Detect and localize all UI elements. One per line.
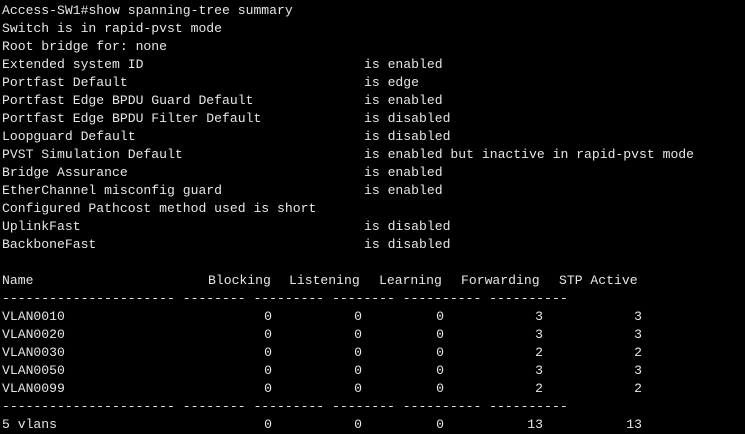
setting-value: is disabled — [364, 129, 451, 144]
cell-name: 5 vlans — [2, 417, 58, 432]
col-header-forwarding: Forwarding — [461, 273, 540, 288]
table-total-row: 5 vlans 0 0 0 13 13 — [2, 416, 745, 434]
cell-blocking: 0 — [264, 381, 272, 396]
table-header: Name Blocking Listening Learning Forwarding S… — [2, 272, 745, 290]
setting-value: is enabled — [364, 183, 443, 198]
cell-listening: 0 — [354, 345, 362, 360]
setting-value: is disabled — [364, 219, 451, 234]
prompt: Access-SW1# — [2, 3, 89, 18]
table-row: VLAN0030 0 0 0 2 2 — [2, 344, 745, 362]
col-header-stp-active: STP Active — [559, 273, 638, 288]
setting-row: PVST Simulation Default is enabled but in… — [2, 146, 745, 164]
cell-forwarding: 3 — [535, 363, 543, 378]
cell-blocking: 0 — [264, 417, 272, 432]
cell-blocking: 0 — [264, 345, 272, 360]
setting-row: Loopguard Default is disabled — [2, 128, 745, 146]
cell-name: VLAN0050 — [2, 363, 65, 378]
cell-blocking: 0 — [264, 309, 272, 324]
setting-name: PVST Simulation Default — [2, 147, 183, 162]
setting-value: is enabled but inactive in rapid-pvst mo… — [364, 147, 695, 162]
setting-name: Bridge Assurance — [2, 165, 128, 180]
cell-learning: 0 — [436, 309, 444, 324]
cell-stp-active: 3 — [634, 363, 642, 378]
setting-name: BackboneFast — [2, 237, 97, 252]
setting-row: UplinkFast is disabled — [2, 218, 745, 236]
cell-learning: 0 — [436, 345, 444, 360]
setting-value: is enabled — [364, 57, 443, 72]
cell-blocking: 0 — [264, 327, 272, 342]
cell-listening: 0 — [354, 327, 362, 342]
cell-learning: 0 — [436, 381, 444, 396]
command-line: Access-SW1#show spanning-tree summary — [2, 2, 745, 20]
setting-value: is enabled — [364, 93, 443, 108]
table-row: VLAN0099 0 0 0 2 2 — [2, 380, 745, 398]
setting-row: BackboneFast is disabled — [2, 236, 745, 254]
setting-value: is disabled — [364, 111, 451, 126]
cell-learning: 0 — [436, 417, 444, 432]
setting-row: Portfast Default is edge — [2, 74, 745, 92]
cell-forwarding: 2 — [535, 381, 543, 396]
setting-row: Portfast Edge BPDU Guard Default is enabl… — [2, 92, 745, 110]
setting-name: EtherChannel misconfig guard — [2, 183, 223, 198]
command-text: show spanning-tree summary — [88, 3, 293, 18]
cell-stp-active: 3 — [634, 327, 642, 342]
setting-value: is enabled — [364, 165, 443, 180]
cell-name: VLAN0030 — [2, 345, 65, 360]
col-header-blocking: Blocking — [208, 273, 271, 288]
col-header-name: Name — [2, 273, 34, 288]
setting-name: Portfast Edge BPDU Filter Default — [2, 111, 262, 126]
cell-listening: 0 — [354, 381, 362, 396]
setting-row: EtherChannel misconfig guard is enabled — [2, 182, 745, 200]
cell-forwarding: 2 — [535, 345, 543, 360]
cell-forwarding: 13 — [527, 417, 543, 432]
mode-line: Switch is in rapid-pvst mode — [2, 21, 223, 36]
table-row: VLAN0010 0 0 0 3 3 — [2, 308, 745, 326]
cell-learning: 0 — [436, 363, 444, 378]
root-bridge-line: Root bridge for: none — [2, 39, 168, 54]
table-separator: ---------------------- -------- --------… — [2, 291, 568, 306]
cell-name: VLAN0099 — [2, 381, 65, 396]
col-header-learning: Learning — [379, 273, 442, 288]
cell-name: VLAN0010 — [2, 309, 65, 324]
pathcost-line: Configured Pathcost method used is short — [2, 201, 317, 216]
cell-stp-active: 13 — [626, 417, 642, 432]
setting-row: Portfast Edge BPDU Filter Default is disa… — [2, 110, 745, 128]
setting-name: Portfast Default — [2, 75, 128, 90]
cell-listening: 0 — [354, 363, 362, 378]
cell-name: VLAN0020 — [2, 327, 65, 342]
setting-name: Portfast Edge BPDU Guard Default — [2, 93, 254, 108]
cell-learning: 0 — [436, 327, 444, 342]
cell-stp-active: 2 — [634, 381, 642, 396]
cell-forwarding: 3 — [535, 327, 543, 342]
table-row: VLAN0050 0 0 0 3 3 — [2, 362, 745, 380]
cell-blocking: 0 — [264, 363, 272, 378]
terminal-window[interactable]: Access-SW1#show spanning-tree summary Sw… — [0, 0, 745, 434]
table-body: VLAN0010 0 0 0 3 3 VLAN0020 0 0 0 3 3 VLAN0030 0 0 0 2… — [2, 308, 745, 398]
setting-name: UplinkFast — [2, 219, 81, 234]
cell-listening: 0 — [354, 309, 362, 324]
setting-row: Bridge Assurance is enabled — [2, 164, 745, 182]
setting-value: is disabled — [364, 237, 451, 252]
cell-forwarding: 3 — [535, 309, 543, 324]
setting-name: Loopguard Default — [2, 129, 136, 144]
table-separator: ---------------------- -------- --------… — [2, 399, 568, 414]
setting-row: Extended system ID is enabled — [2, 56, 745, 74]
cell-stp-active: 3 — [634, 309, 642, 324]
cell-stp-active: 2 — [634, 345, 642, 360]
setting-value: is edge — [364, 75, 420, 90]
setting-name: Extended system ID — [2, 57, 144, 72]
col-header-listening: Listening — [289, 273, 360, 288]
table-row: VLAN0020 0 0 0 3 3 — [2, 326, 745, 344]
cell-listening: 0 — [354, 417, 362, 432]
